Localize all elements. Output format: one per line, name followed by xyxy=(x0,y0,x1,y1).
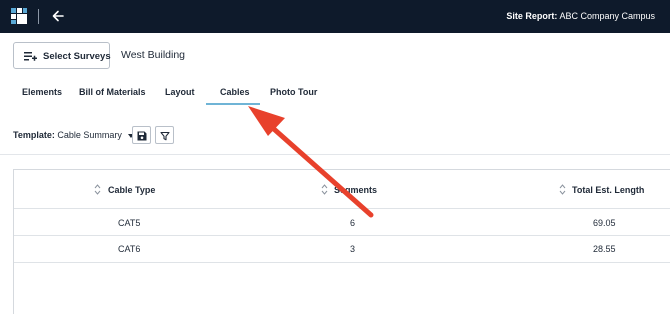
table-row-divider xyxy=(14,262,670,263)
table-cell-segments: 3 xyxy=(350,244,356,254)
table-cell-total-length: 28.55 xyxy=(593,244,616,254)
sort-icon[interactable] xyxy=(321,183,328,196)
site-report-name: ABC Company Campus xyxy=(559,11,655,21)
tab-layout[interactable]: Layout xyxy=(165,87,195,97)
table-cell-total-length: 69.05 xyxy=(593,218,616,228)
sort-icon[interactable] xyxy=(559,183,566,196)
column-header-segments[interactable]: Segments xyxy=(334,185,377,195)
tab-bill-of-materials[interactable]: Bill of Materials xyxy=(79,87,146,97)
site-report-label: Site Report: xyxy=(506,11,558,21)
playlist-add-icon xyxy=(24,52,37,61)
tab-cables[interactable]: Cables xyxy=(220,87,250,97)
active-tab-indicator xyxy=(206,103,260,105)
table-cell-segments: 6 xyxy=(350,218,356,228)
site-report-title: Site Report: ABC Company Campus xyxy=(506,11,655,21)
table-row-divider xyxy=(14,235,670,236)
tab-elements[interactable]: Elements xyxy=(22,87,62,97)
column-header-total-est-length[interactable]: Total Est. Length xyxy=(572,185,644,195)
select-surveys-label: Select Surveys xyxy=(43,51,111,62)
select-surveys-button[interactable]: Select Surveys xyxy=(13,42,111,69)
section-divider xyxy=(0,154,670,155)
header-divider xyxy=(38,9,39,24)
filter-button[interactable] xyxy=(155,126,174,144)
building-name: West Building xyxy=(121,49,186,61)
top-navigation-bar: Site Report: ABC Company Campus xyxy=(0,0,670,33)
sort-icon[interactable] xyxy=(94,183,101,196)
app-logo-icon[interactable] xyxy=(11,8,27,24)
template-selector[interactable]: Template: Cable Summary xyxy=(13,130,135,140)
back-arrow-icon[interactable] xyxy=(50,8,66,24)
template-label: Template: xyxy=(13,130,55,140)
save-icon xyxy=(137,131,147,141)
template-value: Cable Summary xyxy=(57,130,122,140)
header-row-divider xyxy=(14,208,670,209)
save-template-button[interactable] xyxy=(132,126,151,144)
tab-photo-tour[interactable]: Photo Tour xyxy=(270,87,317,97)
table-cell-cable-type: CAT5 xyxy=(118,218,141,228)
table-cell-cable-type: CAT6 xyxy=(118,244,141,254)
filter-icon xyxy=(160,131,170,141)
column-header-cable-type[interactable]: Cable Type xyxy=(108,185,155,195)
